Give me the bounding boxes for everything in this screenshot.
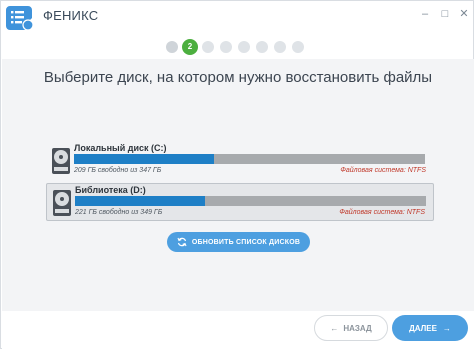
- app-window: ФЕНИКС – □ ✕ 2 Выберите диск, на котором…: [0, 0, 474, 349]
- refresh-icon: [177, 237, 187, 247]
- main-panel: Выберите диск, на котором нужно восстано…: [2, 59, 474, 311]
- disk-usage-bar: [75, 196, 426, 206]
- footer: ← НАЗАД ДАЛЕЕ →: [2, 311, 474, 349]
- back-button[interactable]: ← НАЗАД: [314, 315, 388, 341]
- refresh-disks-button[interactable]: ОБНОВИТЬ СПИСОК ДИСКОВ: [167, 232, 310, 252]
- back-label: НАЗАД: [343, 323, 372, 333]
- disk-item-d[interactable]: Библиотека (D:) 221 ГБ свободно из 349 Г…: [46, 183, 434, 221]
- disk-filesystem: Файловая система: NTFS: [339, 209, 425, 216]
- next-button[interactable]: ДАЛЕЕ →: [392, 315, 468, 341]
- disk-free-space: 209 ГБ свободно из 347 ГБ: [74, 167, 162, 174]
- step-indicator: 2: [166, 39, 316, 55]
- list-gear-icon: [6, 6, 34, 31]
- hard-drive-icon: [53, 190, 71, 216]
- maximize-button[interactable]: □: [437, 7, 453, 21]
- disk-usage-fill: [74, 154, 215, 164]
- hard-drive-icon: [52, 148, 70, 174]
- step-dot: [256, 41, 268, 53]
- step-dot: [238, 41, 250, 53]
- step-dot: [274, 41, 286, 53]
- refresh-disks-label: ОБНОВИТЬ СПИСОК ДИСКОВ: [191, 238, 301, 246]
- disk-free-space: 221 ГБ свободно из 349 ГБ: [75, 209, 163, 216]
- arrow-right-icon: →: [442, 323, 451, 333]
- disk-filesystem: Файловая система: NTFS: [340, 167, 426, 174]
- disk-name: Библиотека (D:): [75, 185, 146, 195]
- step-dot: [202, 41, 214, 53]
- step-dot: [292, 41, 304, 53]
- disk-usage-bar: [74, 154, 425, 164]
- disk-item-c[interactable]: Локальный диск (C:) 209 ГБ свободно из 3…: [46, 142, 434, 180]
- app-title: ФЕНИКС: [43, 8, 99, 23]
- disk-name: Локальный диск (C:): [74, 143, 167, 153]
- step-dot: [166, 41, 178, 53]
- arrow-left-icon: ←: [330, 323, 339, 333]
- step-dot-active: 2: [182, 39, 198, 55]
- step-dot: [220, 41, 232, 53]
- title-bar: ФЕНИКС – □ ✕: [1, 1, 473, 31]
- minimize-button[interactable]: –: [417, 7, 433, 21]
- close-button[interactable]: ✕: [456, 7, 472, 21]
- next-label: ДАЛЕЕ: [409, 323, 437, 333]
- disk-usage-fill: [75, 196, 205, 206]
- page-title: Выберите диск, на котором нужно восстано…: [43, 69, 433, 86]
